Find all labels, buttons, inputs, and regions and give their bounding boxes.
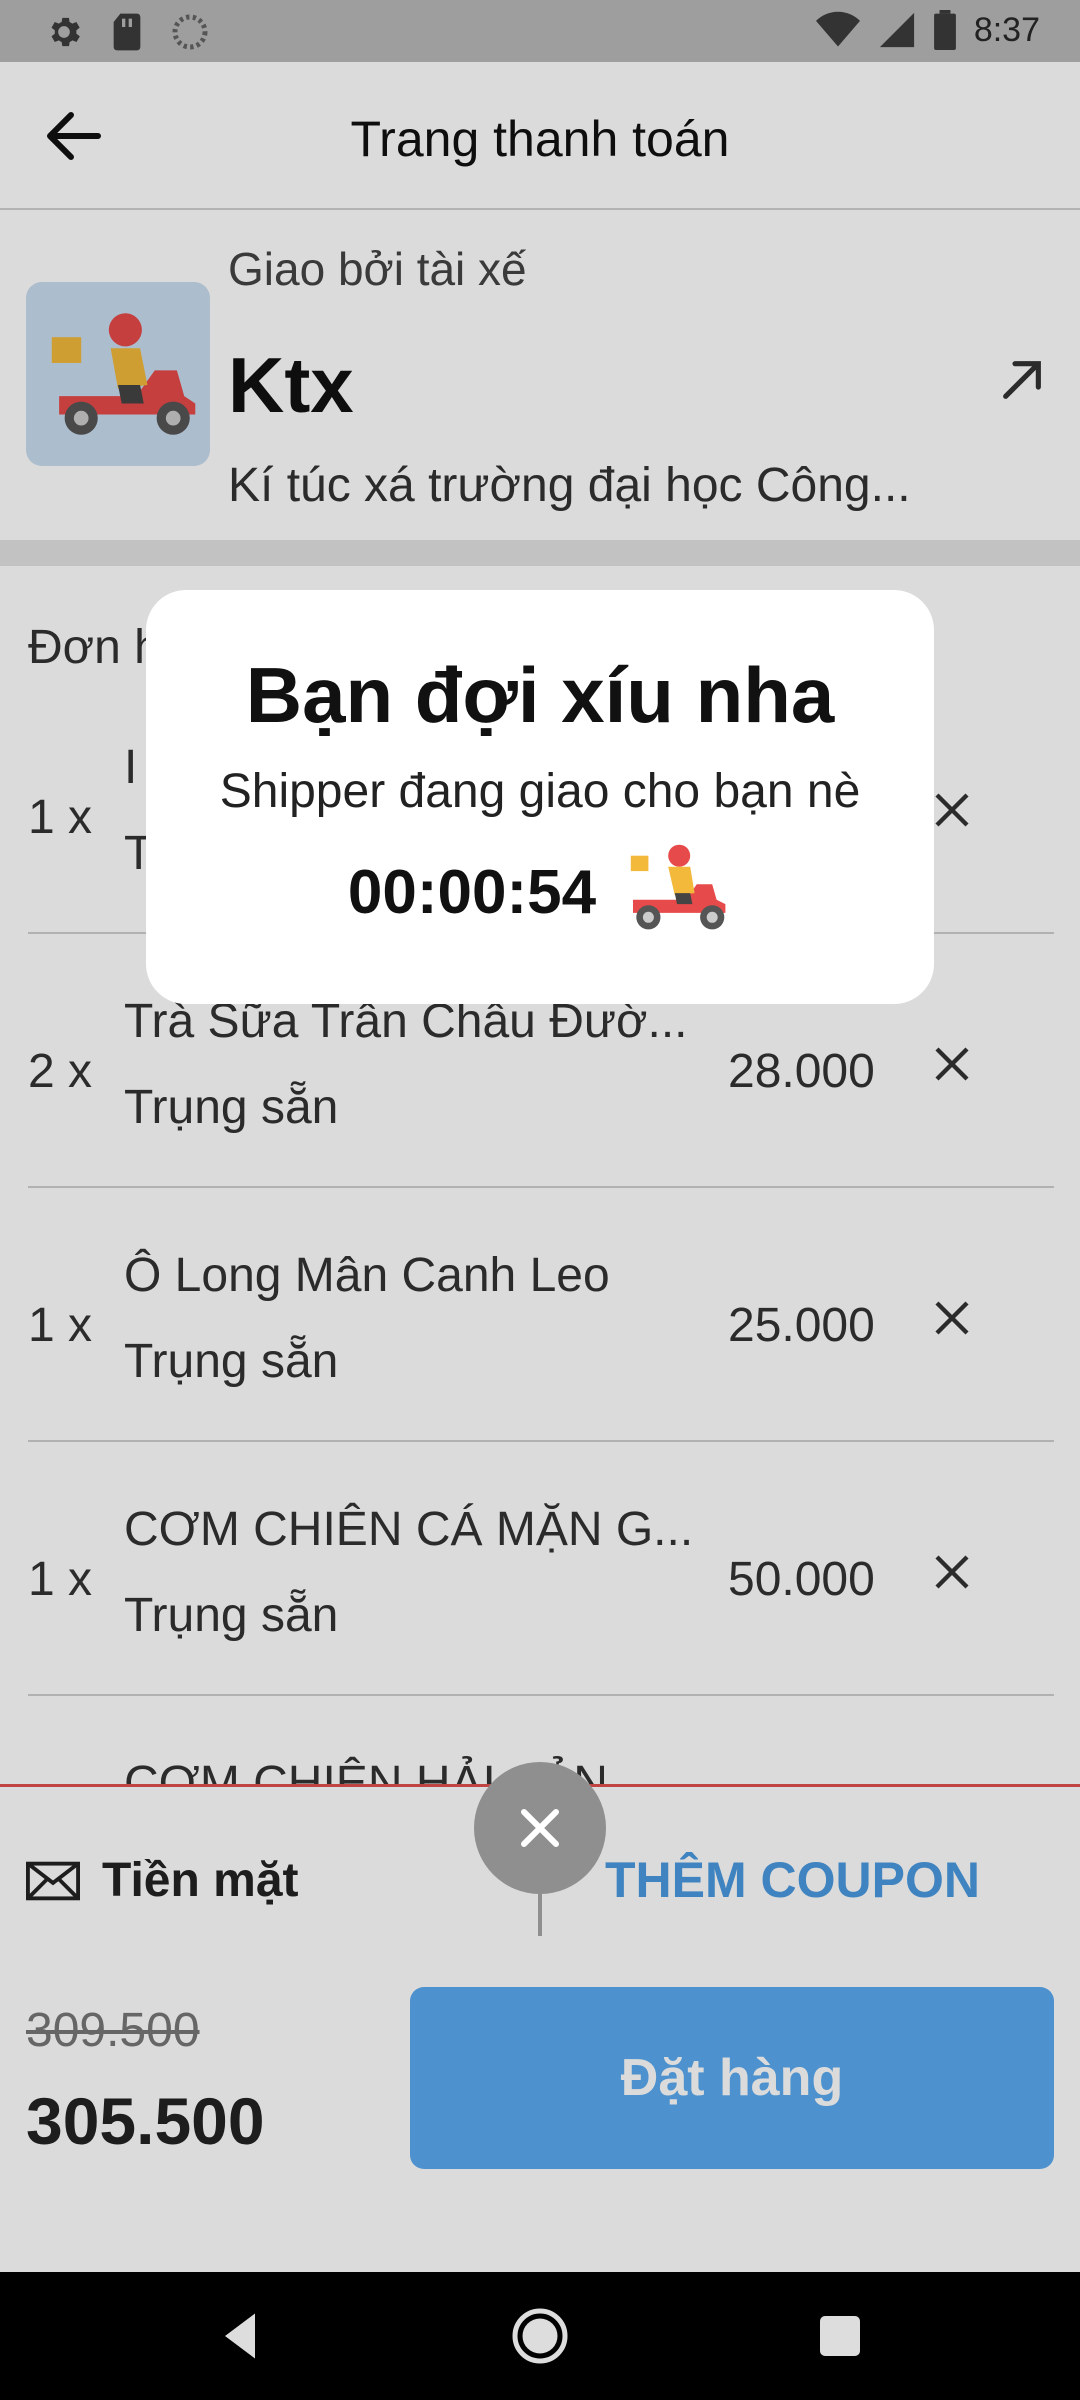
countdown-timer: 00:00:54 [347,857,597,927]
system-nav-bar [0,2272,1080,2400]
nav-home-icon[interactable] [510,2306,570,2366]
battery-icon [933,10,956,50]
scooter-icon [630,844,726,930]
nav-recents-icon[interactable] [810,2306,870,2366]
signal-icon [879,12,914,48]
status-bar: 8:37 [0,0,1080,62]
clock: 8:37 [973,10,1040,49]
wifi-icon [815,11,860,47]
dialog-message: Shipper đang giao cho bạn nè [219,765,861,818]
close-dialog-button[interactable] [474,1762,606,1894]
sd-card-icon [113,13,141,51]
timer-row: 00:00:54 [146,842,934,942]
sync-icon [172,14,208,50]
settings-icon [51,17,80,47]
nav-back-icon[interactable] [210,2306,270,2366]
close-icon [521,1809,559,1847]
modal-backdrop[interactable] [0,62,1080,2272]
close-button-stem [538,1892,542,1936]
waiting-dialog: Bạn đợi xíu nha Shipper đang giao cho bạ… [146,590,934,1004]
dialog-title: Bạn đợi xíu nha [245,651,835,739]
